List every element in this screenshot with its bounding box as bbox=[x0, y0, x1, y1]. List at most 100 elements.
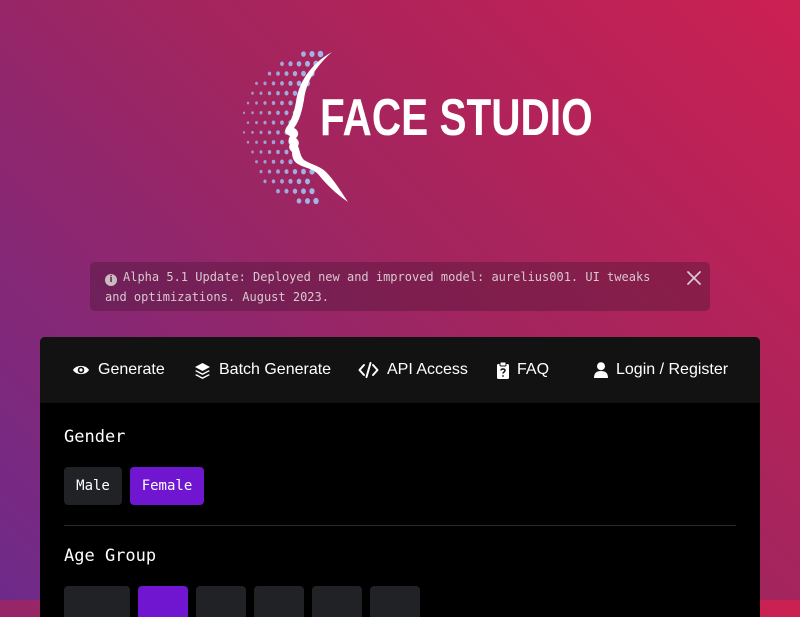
globe-dot bbox=[284, 188, 289, 194]
globe-dot bbox=[317, 50, 324, 58]
globe-dot bbox=[280, 159, 284, 165]
globe-dot bbox=[309, 50, 315, 58]
globe-dot bbox=[271, 120, 276, 125]
globe-dot bbox=[271, 179, 276, 184]
globe-dot bbox=[263, 140, 267, 145]
globe-dot bbox=[259, 169, 263, 174]
globe-dot bbox=[263, 101, 267, 105]
globe-dot bbox=[246, 121, 250, 125]
user-icon bbox=[594, 362, 608, 378]
globe-dot bbox=[288, 61, 293, 67]
globe-dot bbox=[242, 111, 246, 115]
globe-dot bbox=[246, 140, 250, 144]
globe-dot bbox=[305, 178, 310, 185]
nav-faq[interactable]: FAQ bbox=[497, 337, 549, 403]
globe-dot bbox=[259, 130, 263, 135]
globe-dot bbox=[301, 70, 306, 77]
globe-dot bbox=[305, 60, 310, 67]
globe-dot bbox=[280, 61, 284, 67]
age-group-label: Age Group bbox=[64, 546, 157, 566]
logo: FACE STUDIO bbox=[240, 50, 593, 210]
globe-dot bbox=[301, 51, 306, 57]
globe-dot bbox=[255, 101, 258, 105]
globe-dot bbox=[288, 159, 293, 165]
close-icon[interactable] bbox=[684, 268, 704, 288]
globe-dot bbox=[271, 159, 276, 164]
globe-dot bbox=[271, 81, 276, 86]
main-nav: Generate Batch Generate API Access FAQ L… bbox=[40, 337, 760, 403]
globe-dot bbox=[292, 90, 298, 96]
nav-api-access[interactable]: API Access bbox=[358, 337, 468, 403]
globe-dot bbox=[259, 150, 263, 154]
globe-dot bbox=[288, 80, 293, 86]
globe-dot bbox=[255, 160, 258, 164]
globe-dot bbox=[305, 198, 310, 204]
gender-male-button[interactable]: Male bbox=[64, 467, 122, 505]
globe-dot bbox=[271, 100, 276, 106]
section-divider bbox=[64, 525, 736, 526]
gender-female-button[interactable]: Female bbox=[130, 467, 204, 505]
age-option-button[interactable] bbox=[64, 586, 130, 617]
nav-batch-generate[interactable]: Batch Generate bbox=[194, 337, 331, 403]
globe-dot bbox=[251, 111, 254, 115]
clipboard-question-icon bbox=[497, 361, 509, 379]
globe-dot bbox=[276, 110, 280, 115]
age-option-button[interactable] bbox=[196, 586, 246, 617]
globe-dot bbox=[284, 90, 289, 96]
globe-dot bbox=[267, 169, 272, 174]
globe-dot bbox=[280, 120, 284, 125]
globe-dot bbox=[292, 188, 298, 194]
globe-dot bbox=[267, 71, 272, 76]
globe-dot bbox=[284, 169, 289, 174]
nav-faq-label: FAQ bbox=[517, 361, 550, 378]
globe-dot bbox=[309, 188, 315, 195]
eye-icon bbox=[73, 365, 89, 375]
globe-dot bbox=[242, 131, 246, 134]
globe-dot bbox=[296, 198, 302, 204]
nav-generate[interactable]: Generate bbox=[72, 337, 165, 403]
globe-dot bbox=[284, 149, 289, 155]
globe-dot bbox=[284, 71, 289, 76]
globe-dot bbox=[301, 168, 306, 175]
globe-dot bbox=[263, 159, 267, 164]
close-alert-button[interactable] bbox=[684, 268, 704, 288]
globe-dot bbox=[246, 101, 250, 105]
age-option-button[interactable] bbox=[370, 586, 420, 617]
globe-dot bbox=[313, 197, 319, 205]
globe-dot bbox=[263, 120, 267, 125]
globe-dot bbox=[255, 140, 258, 144]
generator-card: Generate Batch Generate API Access FAQ L… bbox=[40, 337, 760, 617]
globe-dot bbox=[296, 61, 302, 67]
globe-dot bbox=[280, 179, 284, 184]
globe-dot bbox=[259, 111, 263, 115]
globe-dot bbox=[263, 179, 267, 184]
globe-dot bbox=[296, 178, 302, 185]
globe-dot bbox=[284, 110, 289, 116]
alert-text: Alpha 5.1 Update: Deployed new and impro… bbox=[105, 270, 651, 304]
globe-dot bbox=[280, 81, 284, 86]
update-alert: i Alpha 5.1 Update: Deployed new and impr… bbox=[90, 262, 710, 311]
nav-login-register[interactable]: Login / Register bbox=[594, 337, 728, 403]
globe-dot bbox=[276, 169, 280, 174]
nav-batch-generate-label: Batch Generate bbox=[219, 361, 332, 378]
globe-dot bbox=[280, 139, 284, 145]
globe-dot bbox=[267, 150, 272, 154]
globe-dot bbox=[276, 149, 280, 155]
nav-generate-label: Generate bbox=[98, 361, 165, 378]
globe-dot bbox=[267, 130, 272, 135]
globe-dot bbox=[271, 140, 276, 145]
age-option-button-selected[interactable] bbox=[138, 586, 188, 617]
globe-dot bbox=[251, 150, 254, 154]
globe-dot bbox=[276, 189, 280, 194]
nav-api-access-label: API Access bbox=[387, 361, 468, 378]
globe-dot bbox=[255, 120, 258, 125]
globe-dot bbox=[259, 91, 263, 95]
globe-dot bbox=[251, 91, 254, 95]
age-option-button[interactable] bbox=[254, 586, 304, 617]
globe-dot bbox=[263, 81, 267, 86]
gender-label: Gender bbox=[64, 427, 126, 447]
age-option-button[interactable] bbox=[312, 586, 362, 617]
globe-dot bbox=[267, 91, 272, 96]
globe-dot bbox=[276, 91, 280, 96]
globe-dot bbox=[288, 100, 293, 106]
